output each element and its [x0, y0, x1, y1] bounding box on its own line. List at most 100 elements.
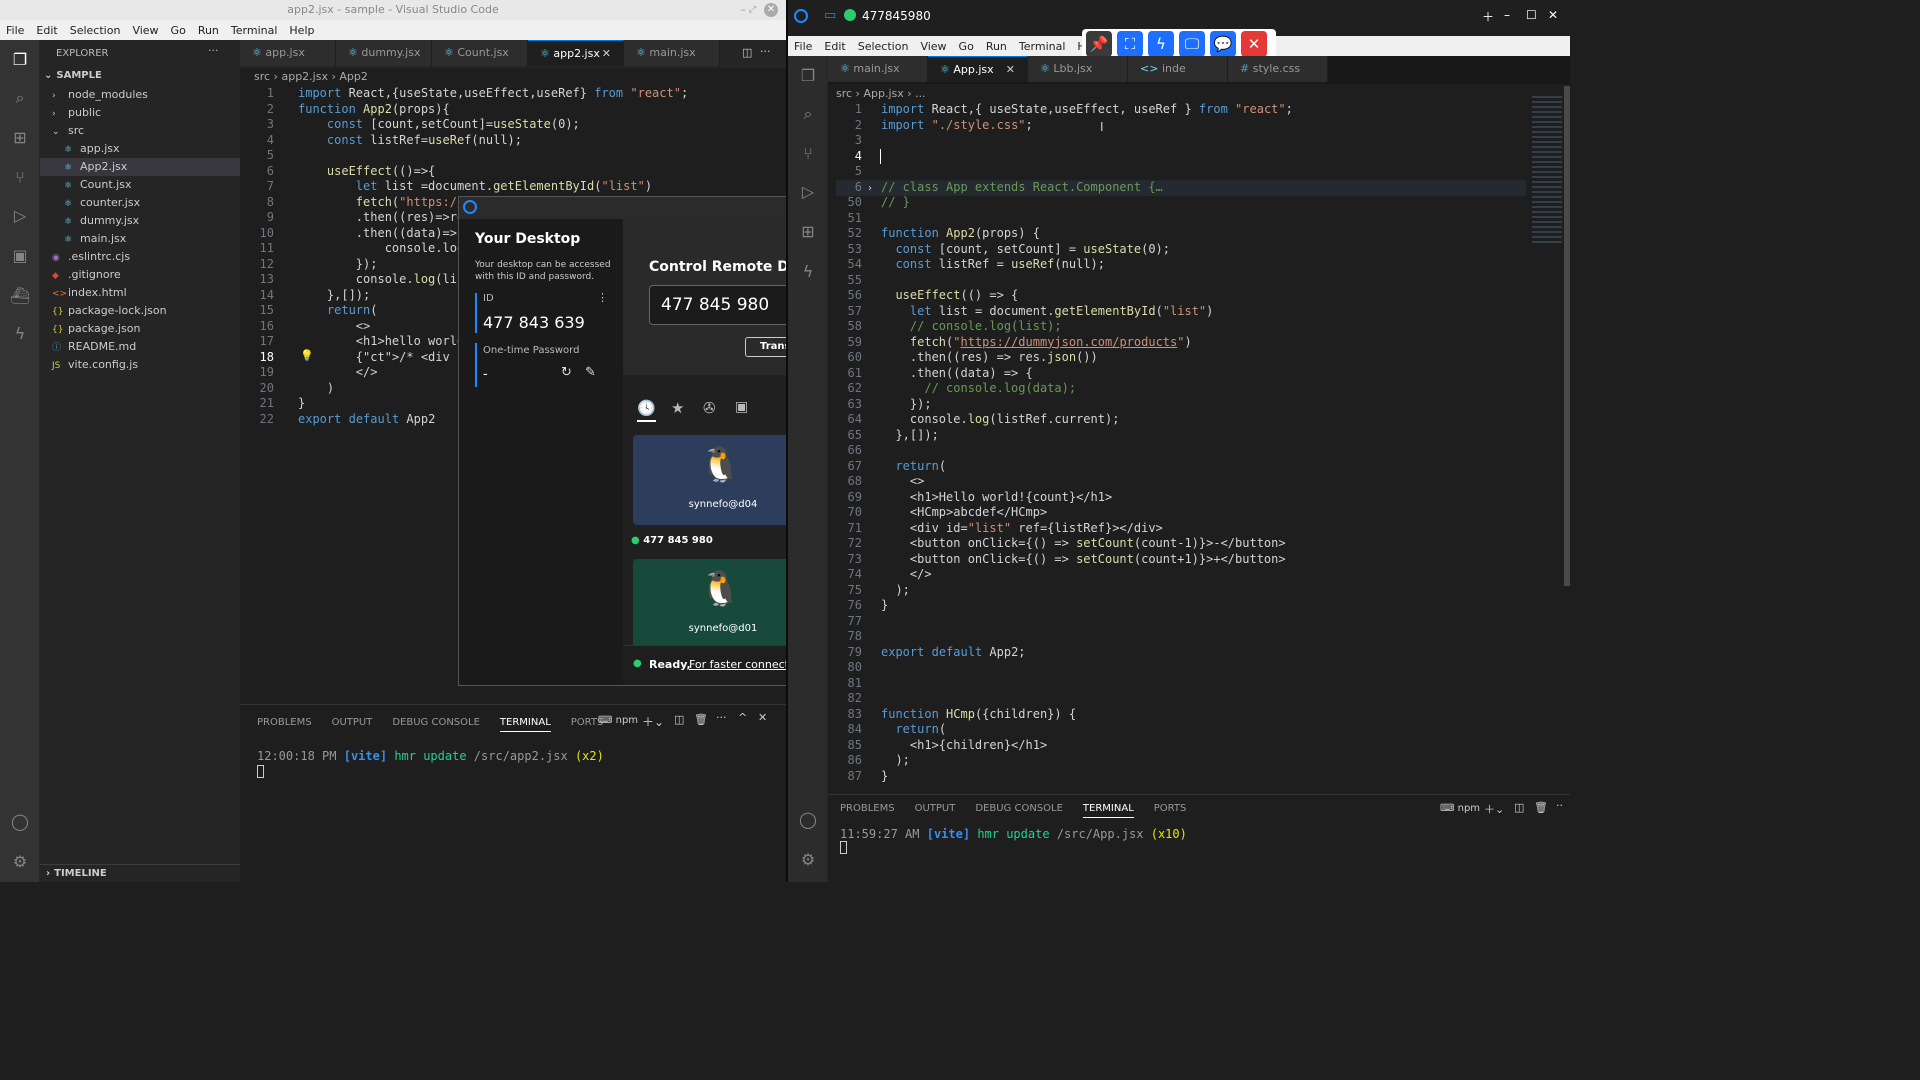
code-line[interactable]: 67 return( — [828, 459, 1570, 475]
file-tree-item[interactable]: ⌄ src — [40, 122, 240, 140]
code-line[interactable]: 74 </> — [828, 567, 1570, 583]
workspace-root[interactable]: ⌄ SAMPLE — [44, 70, 102, 81]
left-terminal-shell[interactable]: ⌨ npm — [598, 715, 638, 726]
menu-item-help[interactable]: Help — [283, 24, 320, 37]
code-line[interactable]: 80 — [828, 660, 1570, 676]
menu-item-file[interactable]: File — [788, 40, 818, 53]
minimap[interactable] — [1532, 96, 1562, 246]
new-tab-icon[interactable]: ＋ — [1482, 8, 1494, 25]
breadcrumb-item[interactable]: src — [836, 87, 852, 100]
panel-tab-debug-console[interactable]: DEBUG CONSOLE — [975, 803, 1063, 818]
file-tree-item[interactable]: ⚛ counter.jsx — [40, 194, 240, 212]
extensions-icon[interactable]: ⊞ — [8, 126, 32, 150]
run-debug-icon[interactable]: ▷ — [796, 180, 820, 204]
code-line[interactable]: 75 ); — [828, 583, 1570, 599]
breadcrumb-item[interactable]: src — [254, 70, 270, 83]
close-panel-icon[interactable]: ✕ — [758, 711, 767, 724]
menu-item-terminal[interactable]: Terminal — [1013, 40, 1072, 53]
run-debug-icon[interactable]: ▷ — [8, 204, 32, 228]
code-line[interactable]: 2 import "./style.css"; — [828, 118, 1570, 134]
code-line[interactable]: 1 import React,{useState,useEffect,useRef… — [240, 86, 786, 102]
code-line[interactable]: 51 — [828, 211, 1570, 227]
settings-gear-icon[interactable]: ⚙ — [796, 848, 820, 872]
account-icon[interactable]: ◯ — [8, 810, 32, 834]
recent-id-line[interactable]: ● 477 845 980 — [631, 535, 713, 546]
settings-gear-icon[interactable]: ⚙ — [8, 850, 32, 874]
editor-tab[interactable]: ⚛ app.jsx — [240, 40, 336, 66]
menu-item-run[interactable]: Run — [192, 24, 225, 37]
lightning-icon[interactable]: ϟ — [8, 322, 32, 346]
menu-item-file[interactable]: File — [0, 24, 30, 37]
code-line[interactable]: 3 — [828, 133, 1570, 149]
code-line[interactable]: 62 // console.log(data); — [828, 381, 1570, 397]
menu-item-go[interactable]: Go — [953, 40, 980, 53]
file-tree-item[interactable]: JS vite.config.js — [40, 356, 240, 374]
code-line[interactable]: 5 — [240, 148, 786, 164]
file-tree-item[interactable]: ◉ .eslintrc.cjs — [40, 248, 240, 266]
code-line[interactable]: 61 .then((data) => { — [828, 366, 1570, 382]
discover-compass-icon[interactable]: ✇ — [703, 399, 716, 417]
recent-clock-icon[interactable]: 🕓 — [637, 399, 656, 422]
code-line[interactable]: 79 export default App2; — [828, 645, 1570, 661]
editor-tab[interactable]: ⚛ App.jsx ✕ — [928, 56, 1028, 82]
code-line[interactable]: 63 }); — [828, 397, 1570, 413]
code-line[interactable]: 53 const [count, setCount] = useState(0)… — [828, 242, 1570, 258]
file-tree-item[interactable]: ⚛ dummy.jsx — [40, 212, 240, 230]
code-line[interactable]: 54 const listRef = useRef(null); — [828, 257, 1570, 273]
remote-id-input[interactable]: 477 845 980 — [649, 285, 787, 325]
address-book-icon[interactable]: ▣ — [735, 399, 748, 415]
menu-item-view[interactable]: View — [914, 40, 952, 53]
explorer-icon[interactable]: ❐ — [796, 64, 820, 88]
code-line[interactable]: 82 — [828, 691, 1570, 707]
chat-icon[interactable]: 💬 — [1210, 31, 1236, 57]
code-line[interactable]: 84 return( — [828, 722, 1570, 738]
vertical-scrollbar[interactable] — [1564, 86, 1570, 586]
split-editor-icon[interactable]: ◫ — [742, 46, 752, 59]
kill-terminal-icon[interactable]: 🗑 — [694, 713, 708, 726]
right-terminal-shell[interactable]: ⌨ npm — [1440, 803, 1480, 814]
panel-tab-output[interactable]: OUTPUT — [332, 717, 373, 732]
source-control-icon[interactable]: ⑂ — [796, 142, 820, 166]
right-code-editor[interactable]: 1 import React,{ useState,useEffect, useR… — [828, 102, 1570, 784]
timeline-section[interactable]: › TIMELINE — [40, 864, 240, 882]
code-line[interactable]: 52 function App2(props) { — [828, 226, 1570, 242]
file-tree-item[interactable]: ⚛ main.jsx — [40, 230, 240, 248]
panel-tab-problems[interactable]: PROBLEMS — [257, 717, 312, 732]
close-tab-icon[interactable]: ✕ — [602, 41, 611, 67]
file-tree-item[interactable]: ⓘ README.md — [40, 338, 240, 356]
id-value[interactable]: 477 843 639 — [483, 313, 585, 332]
file-tree-item[interactable]: ◆ .gitignore — [40, 266, 240, 284]
code-line[interactable]: 73 <button onClick={() => setCount(count… — [828, 552, 1570, 568]
editor-tab[interactable]: ⚛ main.jsx — [828, 56, 928, 82]
split-terminal-icon[interactable]: ◫ — [1514, 801, 1524, 814]
file-tree-item[interactable]: ⚛ app.jsx — [40, 140, 240, 158]
code-line[interactable]: 64 console.log(listRef.current); — [828, 412, 1570, 428]
code-line[interactable]: 69 <h1>Hello world!{count}</h1> — [828, 490, 1570, 506]
panel-tab-problems[interactable]: PROBLEMS — [840, 803, 895, 818]
remote-explorer-icon[interactable]: ▣ — [8, 244, 32, 268]
code-line[interactable]: 81 — [828, 676, 1570, 692]
menu-item-edit[interactable]: Edit — [30, 24, 63, 37]
recent-session-card[interactable]: 🐧 synnefo@d01 — [633, 559, 787, 649]
code-line[interactable]: 78 — [828, 629, 1570, 645]
panel-tab-terminal[interactable]: TERMINAL — [1082, 803, 1134, 818]
edit-pencil-icon[interactable]: ✎ — [585, 365, 596, 380]
lightning-icon[interactable]: ϟ — [796, 260, 820, 284]
menu-item-view[interactable]: View — [126, 24, 164, 37]
split-terminal-icon[interactable]: ◫ — [674, 713, 684, 726]
file-tree-item[interactable]: ⚛ Count.jsx — [40, 176, 240, 194]
panel-more-icon[interactable]: ··· — [716, 711, 727, 724]
code-line[interactable]: 3 const [count,setCount]=useState(0); — [240, 117, 786, 133]
panel-tab-output[interactable]: OUTPUT — [915, 803, 956, 818]
editor-tab[interactable]: <> inde — [1128, 56, 1228, 82]
fold-chevron-icon[interactable]: › — [868, 183, 872, 194]
favorites-star-icon[interactable]: ★ — [671, 399, 684, 417]
minimize-icon[interactable]: – — [741, 0, 747, 20]
minimize-icon[interactable]: – — [1504, 8, 1510, 22]
code-line[interactable]: 65 },[]); — [828, 428, 1570, 444]
search-icon[interactable]: ⌕ — [8, 86, 32, 110]
close-window-icon[interactable]: ✕ — [764, 3, 778, 17]
extensions-icon[interactable]: ⊞ — [796, 220, 820, 244]
lightbulb-icon[interactable]: 💡 — [300, 349, 314, 362]
close-icon[interactable]: ✕ — [1241, 31, 1267, 57]
